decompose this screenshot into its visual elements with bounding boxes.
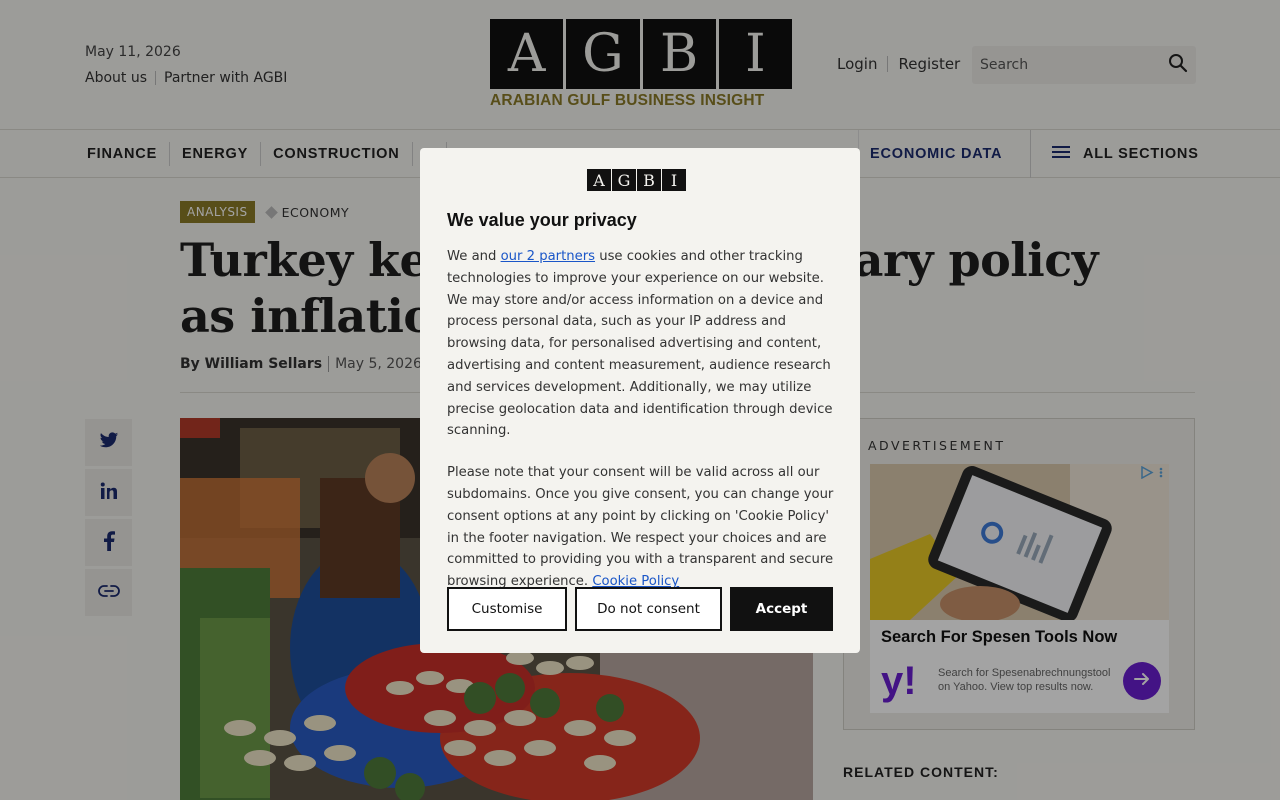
cookie-consent-dialog: A G B I We value your privacy We and our… bbox=[420, 148, 860, 653]
consent-paragraph-2: Please note that your consent will be va… bbox=[447, 462, 839, 593]
consent-text: We and bbox=[447, 249, 501, 264]
logo-letter: I bbox=[662, 169, 686, 191]
consent-body: We and our 2 partners use cookies and ot… bbox=[447, 246, 839, 593]
customise-button[interactable]: Customise bbox=[447, 587, 567, 631]
partners-link[interactable]: our 2 partners bbox=[501, 249, 595, 264]
do-not-consent-button[interactable]: Do not consent bbox=[575, 587, 722, 631]
consent-title: We value your privacy bbox=[447, 210, 637, 230]
logo-letter: B bbox=[637, 169, 661, 191]
logo-letter: G bbox=[612, 169, 636, 191]
consent-paragraph-1: We and our 2 partners use cookies and ot… bbox=[447, 246, 839, 442]
consent-text: Please note that your consent will be va… bbox=[447, 465, 834, 590]
consent-text: use cookies and other tracking technolog… bbox=[447, 249, 833, 439]
logo-letter: A bbox=[587, 169, 611, 191]
accept-button[interactable]: Accept bbox=[730, 587, 833, 631]
consent-logo: A G B I bbox=[587, 169, 686, 191]
